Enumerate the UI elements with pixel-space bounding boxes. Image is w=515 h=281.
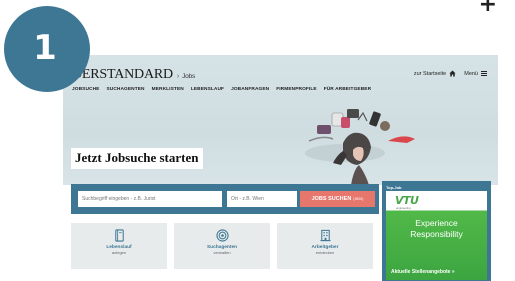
plus-icon[interactable]: + — [479, 0, 497, 16]
nav-item-firmenprofile[interactable]: FIRMENPROFILE — [276, 87, 316, 92]
step-number-badge: 1 — [4, 6, 90, 92]
nav-item-lebenslauf[interactable]: LEBENSLAUF — [191, 87, 224, 92]
menu-label[interactable]: Menü — [464, 71, 478, 77]
step-number: 1 — [33, 28, 57, 68]
ad-banner[interactable]: VTU engineering Experience Responsibilit… — [386, 191, 487, 280]
nav-item-arbeitgeber[interactable]: FÜR ARBEITGEBER — [324, 87, 371, 92]
tile-arbeitgeber[interactable]: Arbeitgeber entdecken — [277, 223, 373, 269]
search-jobs-button[interactable]: JOBS SUCHEN (3903) — [300, 191, 375, 207]
tile-lebenslauf[interactable]: Lebenslauf anlegen — [71, 223, 167, 269]
site-header: DERSTANDARD › Jobs zur Startseite Menü J… — [63, 55, 498, 185]
website-viewport: DERSTANDARD › Jobs zur Startseite Menü J… — [63, 55, 498, 281]
site-logo[interactable]: DERSTANDARD › Jobs — [72, 67, 195, 83]
home-link[interactable]: zur Startseite — [414, 71, 446, 77]
vtu-tagline: engineering — [396, 206, 411, 210]
logo-section: Jobs — [182, 73, 195, 80]
search-bar: JOBS SUCHEN (3903) — [71, 184, 379, 214]
logo-separator: › — [176, 73, 180, 80]
logo-text: DERSTANDARD — [72, 67, 173, 82]
tile-suchagenten[interactable]: Suchagenten verwalten — [174, 223, 270, 269]
nav-item-merklisten[interactable]: MERKLISTEN — [152, 87, 184, 92]
screenshot: 1 + DERSTANDARD › Jobs zur Startseite Me… — [0, 0, 515, 281]
ad-jobs-link[interactable]: Aktuelle Stellenangebote » — [391, 269, 455, 275]
hero-illustration — [305, 109, 415, 185]
tile-subtitle: verwalten — [213, 249, 231, 255]
home-icon[interactable] — [449, 70, 456, 77]
hamburger-menu-icon[interactable] — [481, 70, 487, 77]
document-icon — [114, 229, 124, 242]
hero-title: Jetzt Jobsuche starten — [71, 148, 204, 169]
nav-item-jobanfragen[interactable]: JOBANFRAGEN — [231, 87, 269, 92]
target-icon — [215, 229, 229, 242]
header-actions: zur Startseite Menü — [414, 70, 487, 77]
ad-headline: Experience Responsibility — [386, 218, 487, 241]
location-input[interactable] — [227, 191, 297, 207]
top-job-ad[interactable]: Top-Job VTU engineering Experience Respo… — [382, 181, 491, 281]
ad-line-1: Experience — [415, 218, 458, 228]
keyword-search-input[interactable] — [78, 191, 222, 207]
tile-subtitle: anlegen — [111, 249, 127, 255]
ad-label: Top-Job — [386, 185, 402, 190]
building-icon — [319, 229, 331, 242]
main-nav: JOBSUCHE SUCHAGENTEN MERKLISTEN LEBENSLA… — [72, 87, 371, 92]
search-button-label: JOBS SUCHEN — [311, 196, 352, 202]
search-button-count: (3903) — [353, 197, 364, 201]
nav-item-suchagenten[interactable]: SUCHAGENTEN — [106, 87, 144, 92]
ad-line-2: Responsibility — [410, 229, 463, 240]
tile-subtitle: entdecken — [315, 249, 335, 255]
nav-item-jobsuche[interactable]: JOBSUCHE — [72, 87, 99, 92]
quick-links: Lebenslauf anlegen Suchagenten verwalten — [71, 223, 373, 269]
